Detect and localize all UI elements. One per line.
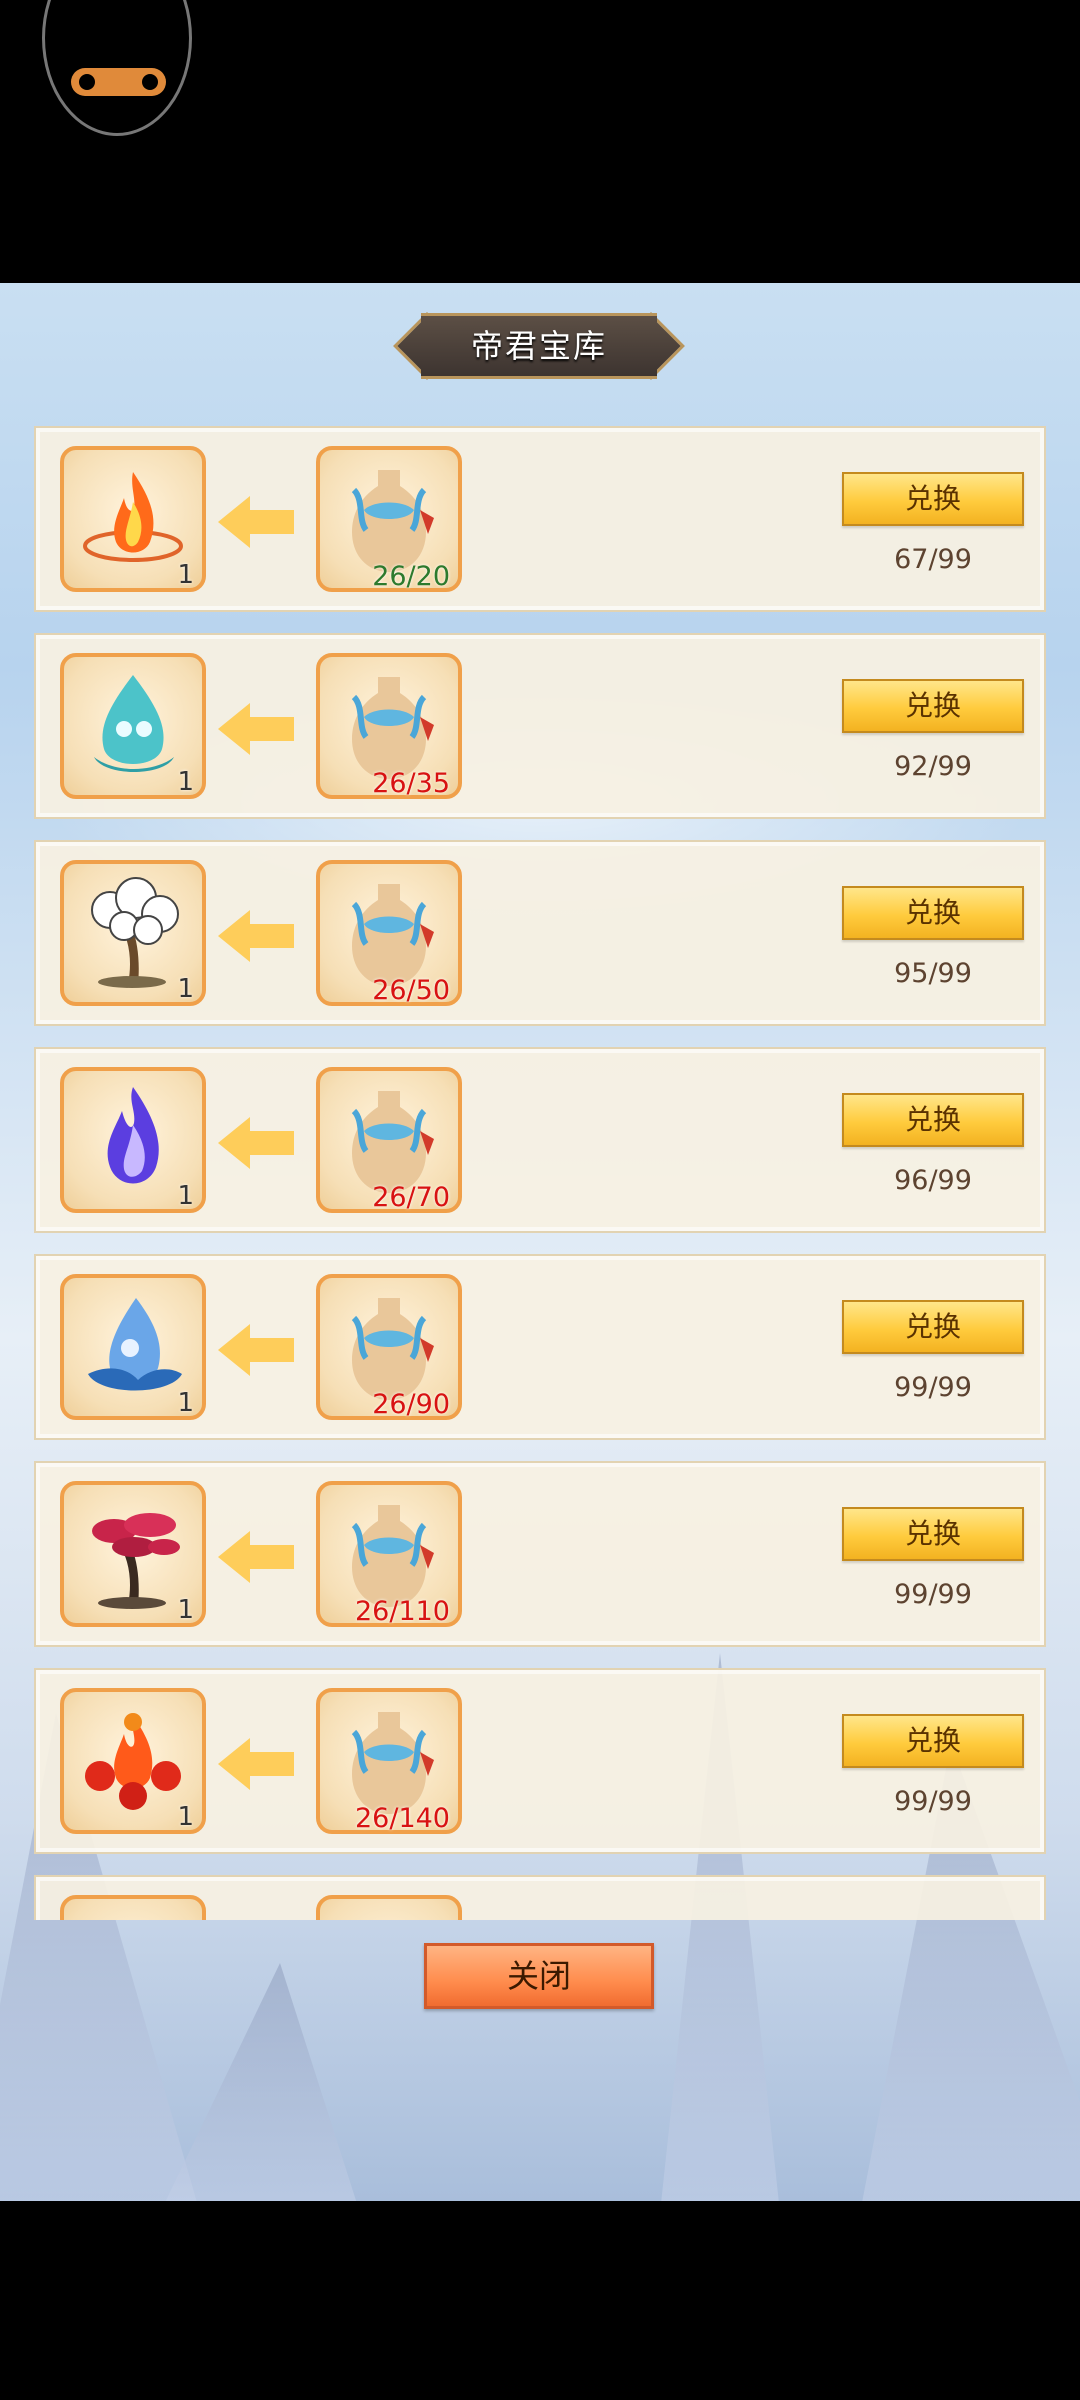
arrow-left-icon bbox=[218, 1324, 294, 1376]
redeem-button[interactable]: 兑换 bbox=[842, 1507, 1024, 1561]
cost-progress: 26/70 bbox=[372, 1182, 450, 1213]
redeem-button[interactable]: 兑换 bbox=[842, 1093, 1024, 1147]
exchange-row: 1 26/90 兑换 99/99 bbox=[34, 1254, 1046, 1440]
arrow-left-icon bbox=[218, 1738, 294, 1790]
reward-slot[interactable]: 1 bbox=[60, 1688, 206, 1834]
reward-slot[interactable] bbox=[60, 1895, 206, 1920]
exchange-row: 1 26/110 兑换 99/99 bbox=[34, 1461, 1046, 1647]
reward-slot[interactable]: 1 bbox=[60, 1067, 206, 1213]
exchange-row: 1 26/140 兑换 99/99 bbox=[34, 1668, 1046, 1854]
bottom-bar bbox=[0, 2201, 1080, 2400]
stock-count: 99/99 bbox=[894, 1372, 972, 1403]
cost-slot[interactable]: 26/50 bbox=[316, 860, 462, 1006]
cost-slot[interactable]: 26/20 bbox=[316, 446, 462, 592]
reward-count: 1 bbox=[177, 1181, 194, 1211]
reward-slot[interactable]: 1 bbox=[60, 1481, 206, 1627]
reward-slot[interactable]: 1 bbox=[60, 446, 206, 592]
redeem-button[interactable]: 兑换 bbox=[842, 886, 1024, 940]
stock-count: 67/99 bbox=[894, 544, 972, 575]
exchange-row: 1 26/70 兑换 96/99 bbox=[34, 1047, 1046, 1233]
reward-count: 1 bbox=[177, 1388, 194, 1418]
stock-count: 99/99 bbox=[894, 1786, 972, 1817]
page-title: 帝君宝库 bbox=[470, 327, 607, 365]
redeem-button[interactable]: 兑换 bbox=[842, 679, 1024, 733]
stock-count: 99/99 bbox=[894, 1579, 972, 1610]
cost-slot[interactable] bbox=[316, 1895, 462, 1920]
reward-count: 1 bbox=[177, 1595, 194, 1625]
exchange-row bbox=[34, 1875, 1046, 1920]
reward-slot[interactable]: 1 bbox=[60, 1274, 206, 1420]
avatar[interactable] bbox=[42, 0, 192, 136]
cost-slot[interactable]: 26/110 bbox=[316, 1481, 462, 1627]
mountain bbox=[160, 1963, 360, 2201]
redeem-button[interactable]: 兑换 bbox=[842, 472, 1024, 526]
cost-progress: 26/20 bbox=[372, 561, 450, 592]
arrow-left-icon bbox=[218, 703, 294, 755]
close-button[interactable]: 关闭 bbox=[424, 1943, 654, 2009]
top-bar bbox=[0, 0, 1080, 283]
cost-slot[interactable]: 26/70 bbox=[316, 1067, 462, 1213]
exchange-row: 1 26/35 兑换 92/99 bbox=[34, 633, 1046, 819]
arrow-left-icon bbox=[218, 1117, 294, 1169]
stock-count: 95/99 bbox=[894, 958, 972, 989]
reward-count: 1 bbox=[177, 1802, 194, 1832]
cost-progress: 26/50 bbox=[372, 975, 450, 1006]
cost-progress: 26/90 bbox=[372, 1389, 450, 1420]
reward-count: 1 bbox=[177, 560, 194, 590]
cost-slot[interactable]: 26/140 bbox=[316, 1688, 462, 1834]
avatar-ears bbox=[71, 68, 166, 96]
title-plate: 帝君宝库 bbox=[393, 312, 685, 380]
redeem-button[interactable]: 兑换 bbox=[842, 1300, 1024, 1354]
exchange-row: 1 26/50 兑换 95/99 bbox=[34, 840, 1046, 1026]
exchange-row: 1 26/20 兑换 67/99 bbox=[34, 426, 1046, 612]
redeem-button[interactable]: 兑换 bbox=[842, 1714, 1024, 1768]
reward-slot[interactable]: 1 bbox=[60, 860, 206, 1006]
stock-count: 92/99 bbox=[894, 751, 972, 782]
cost-slot[interactable]: 26/35 bbox=[316, 653, 462, 799]
arrow-left-icon bbox=[218, 1531, 294, 1583]
cost-slot[interactable]: 26/90 bbox=[316, 1274, 462, 1420]
cost-progress: 26/140 bbox=[355, 1803, 450, 1834]
reward-count: 1 bbox=[177, 767, 194, 797]
exchange-list[interactable]: 1 26/20 兑换 67/99 1 26/35 兑换 92/99 1 26/5… bbox=[0, 420, 1080, 1920]
reward-slot[interactable]: 1 bbox=[60, 653, 206, 799]
cost-progress: 26/110 bbox=[355, 1596, 450, 1627]
stock-count: 96/99 bbox=[894, 1165, 972, 1196]
arrow-left-icon bbox=[218, 910, 294, 962]
reward-count: 1 bbox=[177, 974, 194, 1004]
cost-progress: 26/35 bbox=[372, 768, 450, 799]
arrow-left-icon bbox=[218, 496, 294, 548]
